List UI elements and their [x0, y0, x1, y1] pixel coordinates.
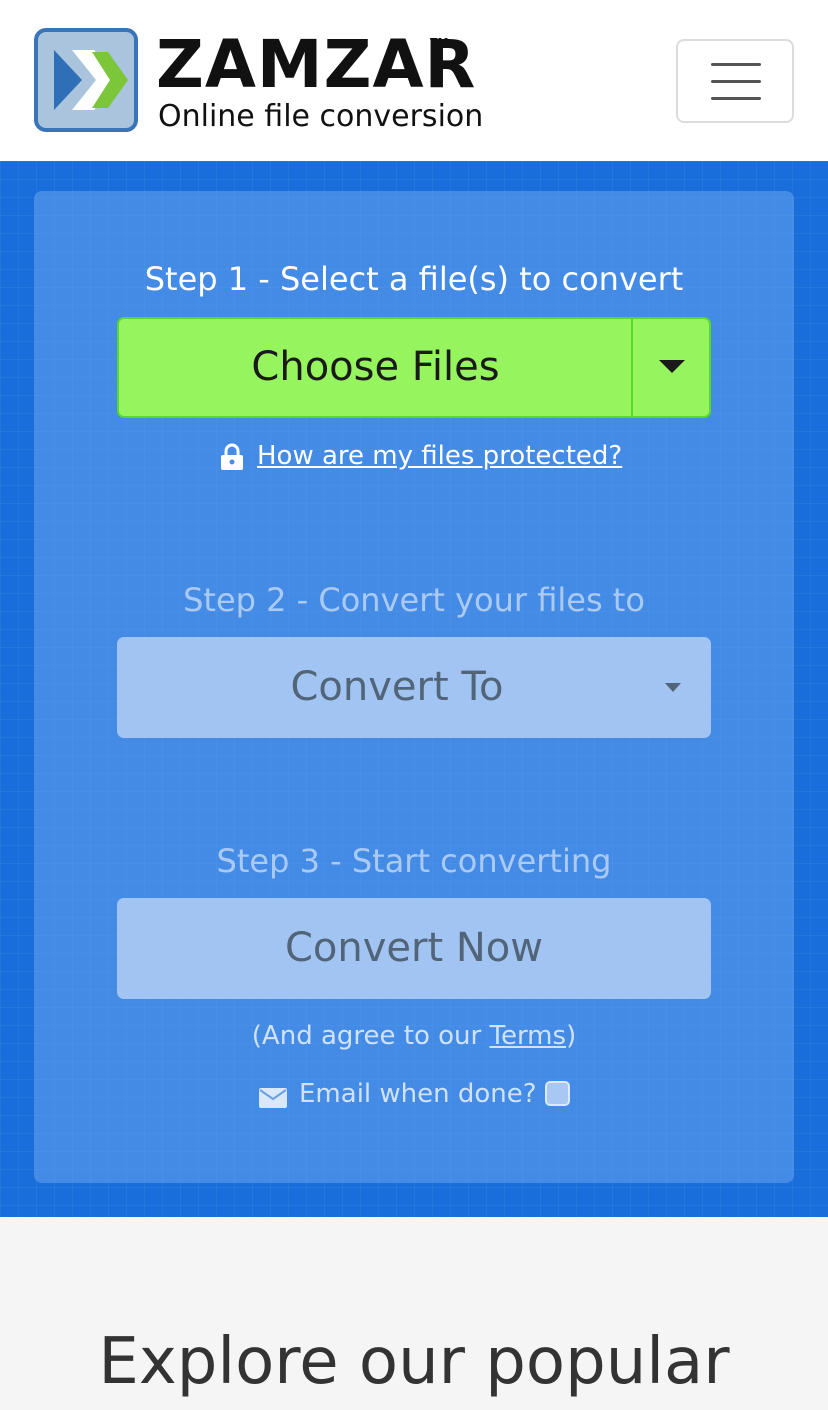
terms-link[interactable]: Terms	[489, 1021, 566, 1051]
email-when-done-checkbox[interactable]	[545, 1081, 570, 1106]
brand-name: ZAMZAR	[156, 26, 477, 103]
brand-tagline: Online file conversion	[158, 99, 484, 134]
envelope-icon	[259, 1088, 287, 1108]
trademark: TM	[430, 36, 449, 49]
choose-files-button[interactable]: Choose Files	[117, 317, 711, 418]
caret-down-icon	[665, 683, 681, 692]
hamburger-menu-icon	[711, 80, 761, 83]
terms-agreement: (And agree to our Terms)	[34, 1019, 794, 1053]
zamzar-logo[interactable]: ZAMZAR TM Online file conversion	[34, 28, 494, 138]
site-header: ZAMZAR TM Online file conversion	[0, 0, 828, 161]
convert-to-select[interactable]: Convert To	[117, 637, 711, 738]
files-protected-link[interactable]: How are my files protected?	[257, 439, 622, 473]
step3-label: Step 3 - Start converting	[216, 842, 612, 880]
explore-heading: Explore our popular	[98, 1325, 730, 1399]
zamzar-logo-icon	[34, 28, 138, 132]
caret-down-icon[interactable]	[659, 360, 685, 373]
agree-suffix: )	[566, 1021, 577, 1051]
file-protection-row: How are my files protected?	[219, 439, 639, 473]
converter-hero: Step 1 - Select a file(s) to convert Cho…	[0, 161, 828, 1217]
choose-files-divider	[631, 319, 633, 416]
menu-toggle-button[interactable]	[676, 39, 794, 123]
hamburger-menu-icon	[711, 97, 761, 100]
email-when-done-label: Email when done?	[299, 1079, 537, 1109]
lock-icon	[221, 443, 243, 470]
converter-panel: Step 1 - Select a file(s) to convert Cho…	[34, 191, 794, 1183]
step1-label: Step 1 - Select a file(s) to convert	[144, 260, 684, 298]
choose-files-label: Choose Files	[251, 344, 500, 390]
step2-label: Step 2 - Convert your files to	[183, 581, 645, 619]
email-when-done-row: Email when done?	[259, 1077, 579, 1111]
agree-prefix: (And agree to our	[251, 1021, 490, 1051]
convert-to-label: Convert To	[290, 664, 504, 710]
convert-now-button[interactable]: Convert Now	[117, 898, 711, 999]
hamburger-menu-icon	[711, 63, 761, 66]
